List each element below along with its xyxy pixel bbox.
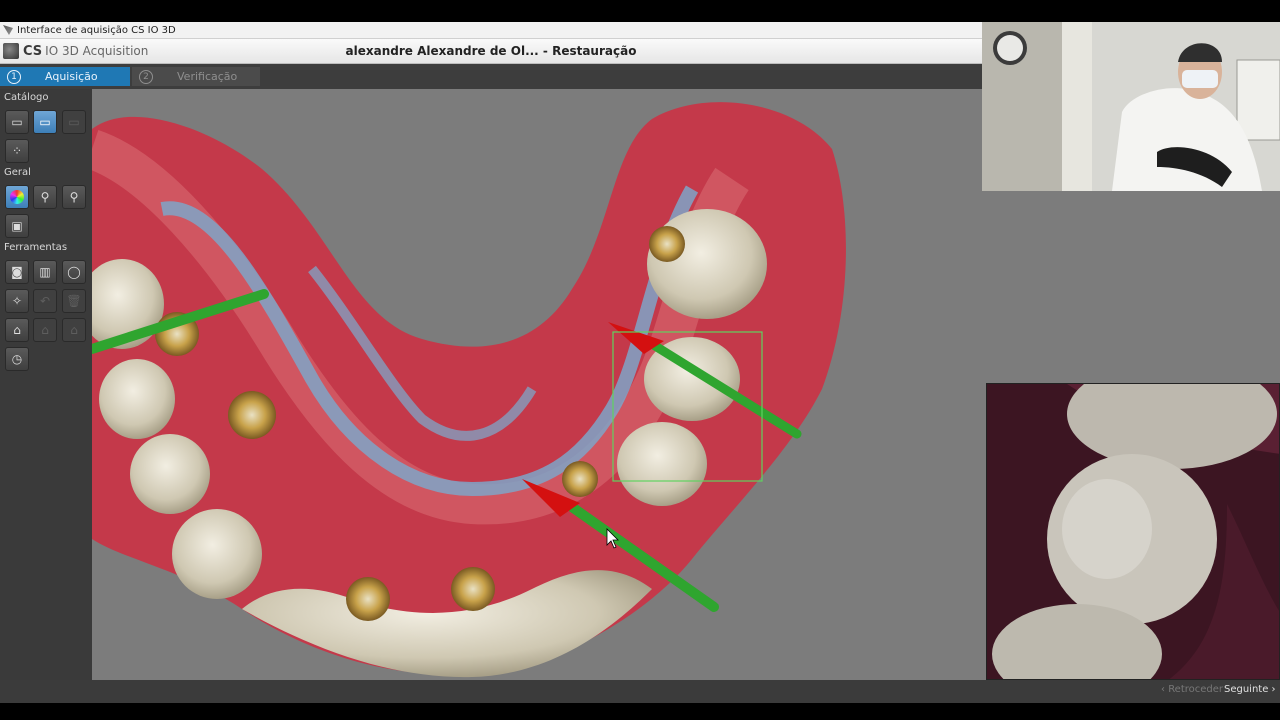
zoom-icon[interactable]: ⚲ [33,185,57,209]
snapshot-icon[interactable]: ▣ [5,214,29,238]
next-label: Seguinte [1224,684,1269,695]
section-label-geral: Geral [4,167,31,178]
tab-number: 1 [7,69,21,84]
tooth [617,422,707,506]
lock-all-icon[interactable]: ⌂ [62,318,86,342]
implant-site [451,567,495,611]
lasso-select-icon[interactable]: ✧ [5,289,29,313]
tab-label: Aquisição [45,70,98,83]
app-header: CS IO 3D Acquisition alexandre Alexandre… [0,39,982,64]
bite-icon[interactable]: ▭ [62,110,86,134]
bottom-navigation-bar: ‹ Retroceder Seguinte › [0,680,1280,703]
lock-icon[interactable]: ⌂ [5,318,29,342]
lower-jaw-icon[interactable]: ▭ [33,110,57,134]
arch-outline-icon[interactable]: ◯ [62,260,86,284]
tab-verificacao[interactable]: 2 Verificação [132,67,260,86]
tab-aquisicao[interactable]: 1 Aquisição [0,67,130,86]
implant-site [562,461,598,497]
undo-icon[interactable]: ↶ [33,289,57,313]
bottom-letterbox [0,703,1280,720]
intraoral-camera-view [986,383,1280,680]
patient-title: alexandre Alexandre de Ol... - Restauraç… [345,44,637,58]
screen: Interface de aquisição CS IO 3D CS IO 3D… [0,0,1280,720]
zoom-fit-icon[interactable]: ⚲ [62,185,86,209]
section-label-catalogo: Catálogo [4,92,49,103]
upper-jaw-icon[interactable]: ▭ [5,110,29,134]
implant-site [346,577,390,621]
webcam-image [982,22,1280,191]
workflow-tabs: 1 Aquisição 2 Verificação [0,64,982,89]
tab-label: Verificação [177,70,238,83]
3d-viewport[interactable] [92,89,982,680]
tooth [172,509,262,599]
acquisition-window: Interface de aquisição CS IO 3D CS IO 3D… [0,22,982,680]
dental-scan-model [92,102,846,678]
implant-site [228,391,276,439]
delete-icon[interactable]: 🗑 [62,289,86,313]
next-button[interactable]: Seguinte › [1224,684,1276,695]
back-button[interactable]: ‹ Retroceder [1161,684,1223,695]
top-letterbox [0,0,1280,22]
color-mode-icon[interactable] [5,185,29,209]
unlock-icon[interactable]: ⌂ [33,318,57,342]
back-label: Retroceder [1168,684,1224,695]
tool-sidebar: Catálogo ▭ ▭ ▭ ⁘ Geral ⚲ ⚲ ▣ Ferramentas… [0,89,92,680]
window-title: Interface de aquisição CS IO 3D [17,24,176,36]
section-label-ferramentas: Ferramentas [4,242,68,253]
implant-site [649,226,685,262]
intraoral-image [987,384,1279,679]
tab-number: 2 [139,69,153,84]
tooth [130,434,210,514]
tooth [647,209,767,319]
tooth [99,359,175,439]
timer-icon[interactable]: ◷ [5,347,29,371]
catalog-grid-icon[interactable]: ⁘ [5,139,29,163]
window-titlebar: Interface de aquisição CS IO 3D [0,22,982,39]
app-icon [3,25,13,35]
scan-tooth-icon[interactable]: ▥ [33,260,57,284]
camera-icon[interactable]: ◙ [5,260,29,284]
webcam-feed [982,22,1280,191]
